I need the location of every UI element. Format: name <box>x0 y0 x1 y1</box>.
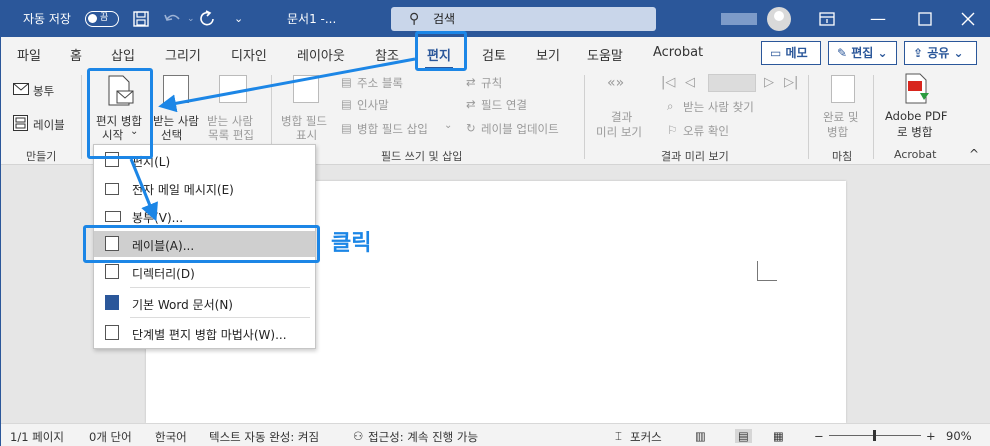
focus-icon: ⌶ <box>615 429 622 443</box>
status-bar: 1/1 페이지 0개 단어 한국어 텍스트 자동 완성: 켜짐 ⚇ 접근성: 계… <box>1 423 990 446</box>
accessibility-status[interactable]: 접근성: 계속 진행 가능 <box>368 429 478 445</box>
focus-mode-button[interactable]: 포커스 <box>630 429 662 445</box>
zoom-level[interactable]: 90% <box>946 429 972 443</box>
page-count[interactable]: 1/1 페이지 <box>10 429 64 445</box>
read-mode-icon[interactable]: ▥ <box>695 429 706 443</box>
zoom-slider-handle[interactable] <box>873 430 876 441</box>
zoom-in-icon[interactable]: + <box>926 429 936 443</box>
word-count[interactable]: 0개 단어 <box>89 429 132 445</box>
accessibility-icon: ⚇ <box>353 429 364 443</box>
print-layout-icon[interactable]: ▤ <box>735 429 752 443</box>
arrow-tab-to-button <box>158 57 416 113</box>
language[interactable]: 한국어 <box>155 429 187 445</box>
arrow-button-to-item <box>129 158 158 222</box>
text-predictions[interactable]: 텍스트 자동 완성: 켜짐 <box>209 429 319 445</box>
word-window: 자동 저장 끔 ⌄ ⌄ 문서1 -... ⚲ 검색 — 파일 홈 삽입 그리기 … <box>0 0 990 446</box>
web-layout-icon[interactable]: ▦ <box>773 429 784 443</box>
annotation-arrows <box>129 57 416 222</box>
zoom-out-icon[interactable]: − <box>814 429 824 443</box>
